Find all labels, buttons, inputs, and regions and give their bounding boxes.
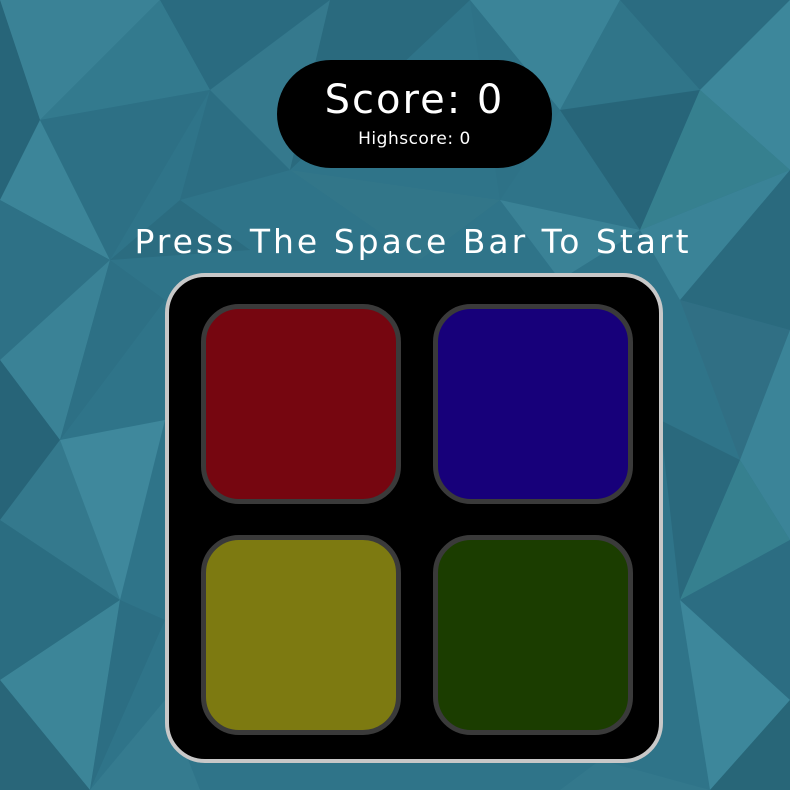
score-panel: Score: 0 Highscore: 0 bbox=[277, 60, 552, 168]
highscore-value: Highscore: 0 bbox=[358, 129, 471, 149]
game-board bbox=[165, 273, 663, 763]
yellow-pad[interactable] bbox=[201, 535, 401, 735]
score-value: Score: 0 bbox=[324, 77, 505, 123]
red-pad[interactable] bbox=[201, 304, 401, 504]
green-pad[interactable] bbox=[433, 535, 633, 735]
start-prompt: Press The Space Bar To Start bbox=[134, 222, 692, 261]
blue-pad[interactable] bbox=[433, 304, 633, 504]
